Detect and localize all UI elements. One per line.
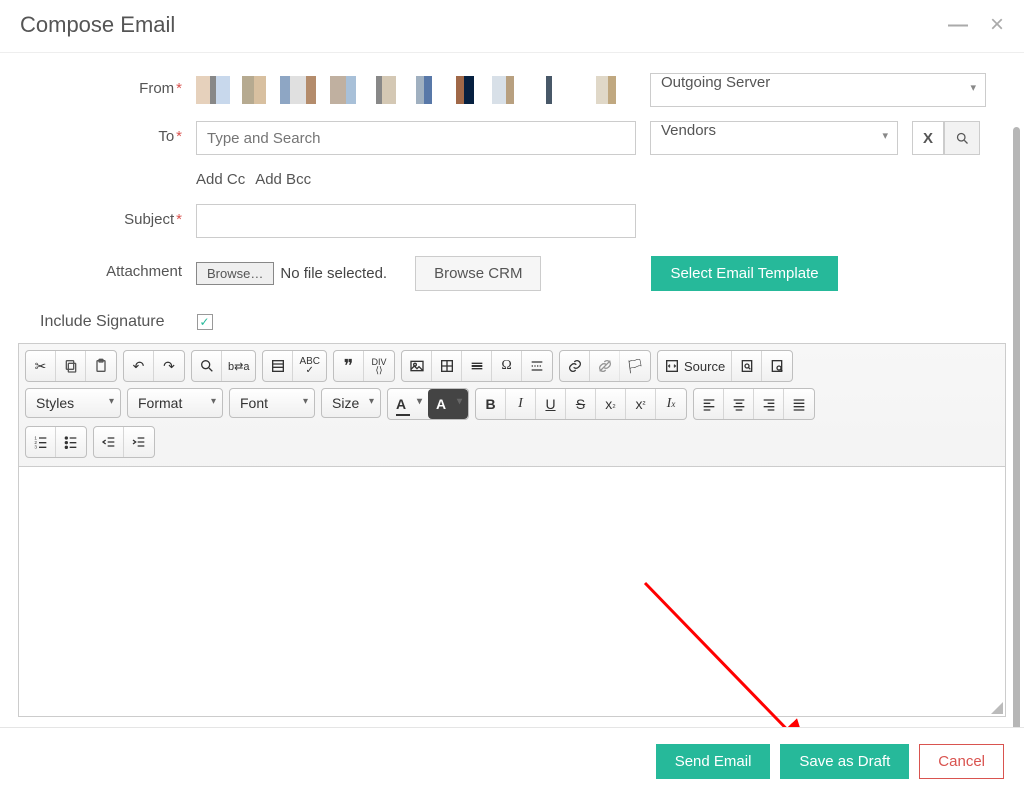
bg-color-dropdown[interactable]: A — [428, 389, 468, 419]
modal-header: Compose Email — × — [0, 0, 1024, 53]
page-break-icon[interactable] — [522, 351, 552, 381]
format-dropdown[interactable]: Format — [127, 388, 223, 418]
paste-icon[interactable] — [86, 351, 116, 381]
anchor-icon[interactable]: 🏳 — [620, 351, 650, 381]
bullet-list-icon[interactable] — [56, 427, 86, 457]
superscript-icon[interactable]: x² — [626, 389, 656, 419]
recipient-type-select[interactable]: Vendors — [650, 121, 898, 155]
send-email-button[interactable]: Send Email — [656, 744, 771, 779]
italic-icon[interactable]: I — [506, 389, 536, 419]
modal-body: From* Outgoing Server To* Vendors X — [0, 53, 1024, 717]
link-icon[interactable] — [560, 351, 590, 381]
text-color-dropdown[interactable]: A — [388, 389, 428, 419]
modal-footer: Send Email Save as Draft Cancel — [0, 727, 1024, 795]
bold-icon[interactable]: B — [476, 389, 506, 419]
subscript-icon[interactable]: x₂ — [596, 389, 626, 419]
modal-title: Compose Email — [20, 12, 175, 38]
print-icon[interactable] — [762, 351, 792, 381]
select-email-template-button[interactable]: Select Email Template — [651, 256, 837, 291]
add-cc-link[interactable]: Add Cc — [196, 171, 245, 188]
subject-label: Subject* — [18, 204, 196, 228]
preview-icon[interactable] — [732, 351, 762, 381]
attachment-label: Attachment — [18, 256, 196, 280]
from-label: From* — [18, 73, 196, 97]
copy-icon[interactable] — [56, 351, 86, 381]
underline-icon[interactable]: U — [536, 389, 566, 419]
close-icon[interactable]: × — [990, 18, 1004, 32]
save-as-draft-button[interactable]: Save as Draft — [780, 744, 909, 779]
find-icon[interactable] — [192, 351, 222, 381]
browse-crm-button[interactable]: Browse CRM — [415, 256, 541, 291]
replace-icon[interactable]: b⇄a — [222, 351, 255, 381]
numbered-list-icon[interactable]: 123 — [26, 427, 56, 457]
strike-icon[interactable]: S — [566, 389, 596, 419]
remove-format-icon[interactable]: Ix — [656, 389, 686, 419]
redo-icon[interactable]: ↷ — [154, 351, 184, 381]
align-center-icon[interactable] — [724, 389, 754, 419]
unlink-icon[interactable] — [590, 351, 620, 381]
align-right-icon[interactable] — [754, 389, 784, 419]
table-icon[interactable] — [432, 351, 462, 381]
font-dropdown[interactable]: Font — [229, 388, 315, 418]
editor-body[interactable] — [19, 466, 1005, 716]
include-signature-label: Include Signature — [40, 313, 165, 331]
indent-icon[interactable] — [124, 427, 154, 457]
special-char-icon[interactable]: Ω — [492, 351, 522, 381]
include-signature-checkbox[interactable]: ✓ — [197, 314, 213, 330]
svg-text:3: 3 — [34, 445, 37, 450]
editor-container: ✂ ↶ ↷ b⇄a — [18, 343, 1006, 717]
size-dropdown[interactable]: Size — [321, 388, 381, 418]
clear-recipient-button[interactable]: X — [912, 121, 944, 155]
image-icon[interactable] — [402, 351, 432, 381]
select-all-icon[interactable] — [263, 351, 293, 381]
cancel-button[interactable]: Cancel — [919, 744, 1004, 779]
resize-handle-icon[interactable] — [991, 702, 1003, 714]
minimize-icon[interactable]: — — [948, 14, 968, 37]
div-container-icon[interactable]: DIV⟨⟩ — [364, 351, 394, 381]
blockquote-icon[interactable]: ❞ — [334, 351, 364, 381]
browse-file-button[interactable]: Browse… — [196, 262, 274, 285]
scrollbar[interactable] — [1013, 127, 1020, 777]
outgoing-server-select[interactable]: Outgoing Server — [650, 73, 986, 107]
from-address-redacted — [196, 76, 636, 104]
subject-input[interactable] — [196, 204, 636, 238]
spellcheck-icon[interactable]: ABC✓ — [293, 351, 326, 381]
add-bcc-link[interactable]: Add Bcc — [255, 171, 311, 188]
to-input[interactable] — [196, 121, 636, 155]
align-left-icon[interactable] — [694, 389, 724, 419]
lookup-recipient-button[interactable] — [944, 121, 980, 155]
styles-dropdown[interactable]: Styles — [25, 388, 121, 418]
undo-icon[interactable]: ↶ — [124, 351, 154, 381]
to-label: To* — [18, 121, 196, 145]
cut-icon[interactable]: ✂ — [26, 351, 56, 381]
outdent-icon[interactable] — [94, 427, 124, 457]
justify-icon[interactable] — [784, 389, 814, 419]
source-button[interactable]: Source — [658, 351, 732, 381]
no-file-text: No file selected. — [280, 265, 387, 282]
horizontal-rule-icon[interactable] — [462, 351, 492, 381]
